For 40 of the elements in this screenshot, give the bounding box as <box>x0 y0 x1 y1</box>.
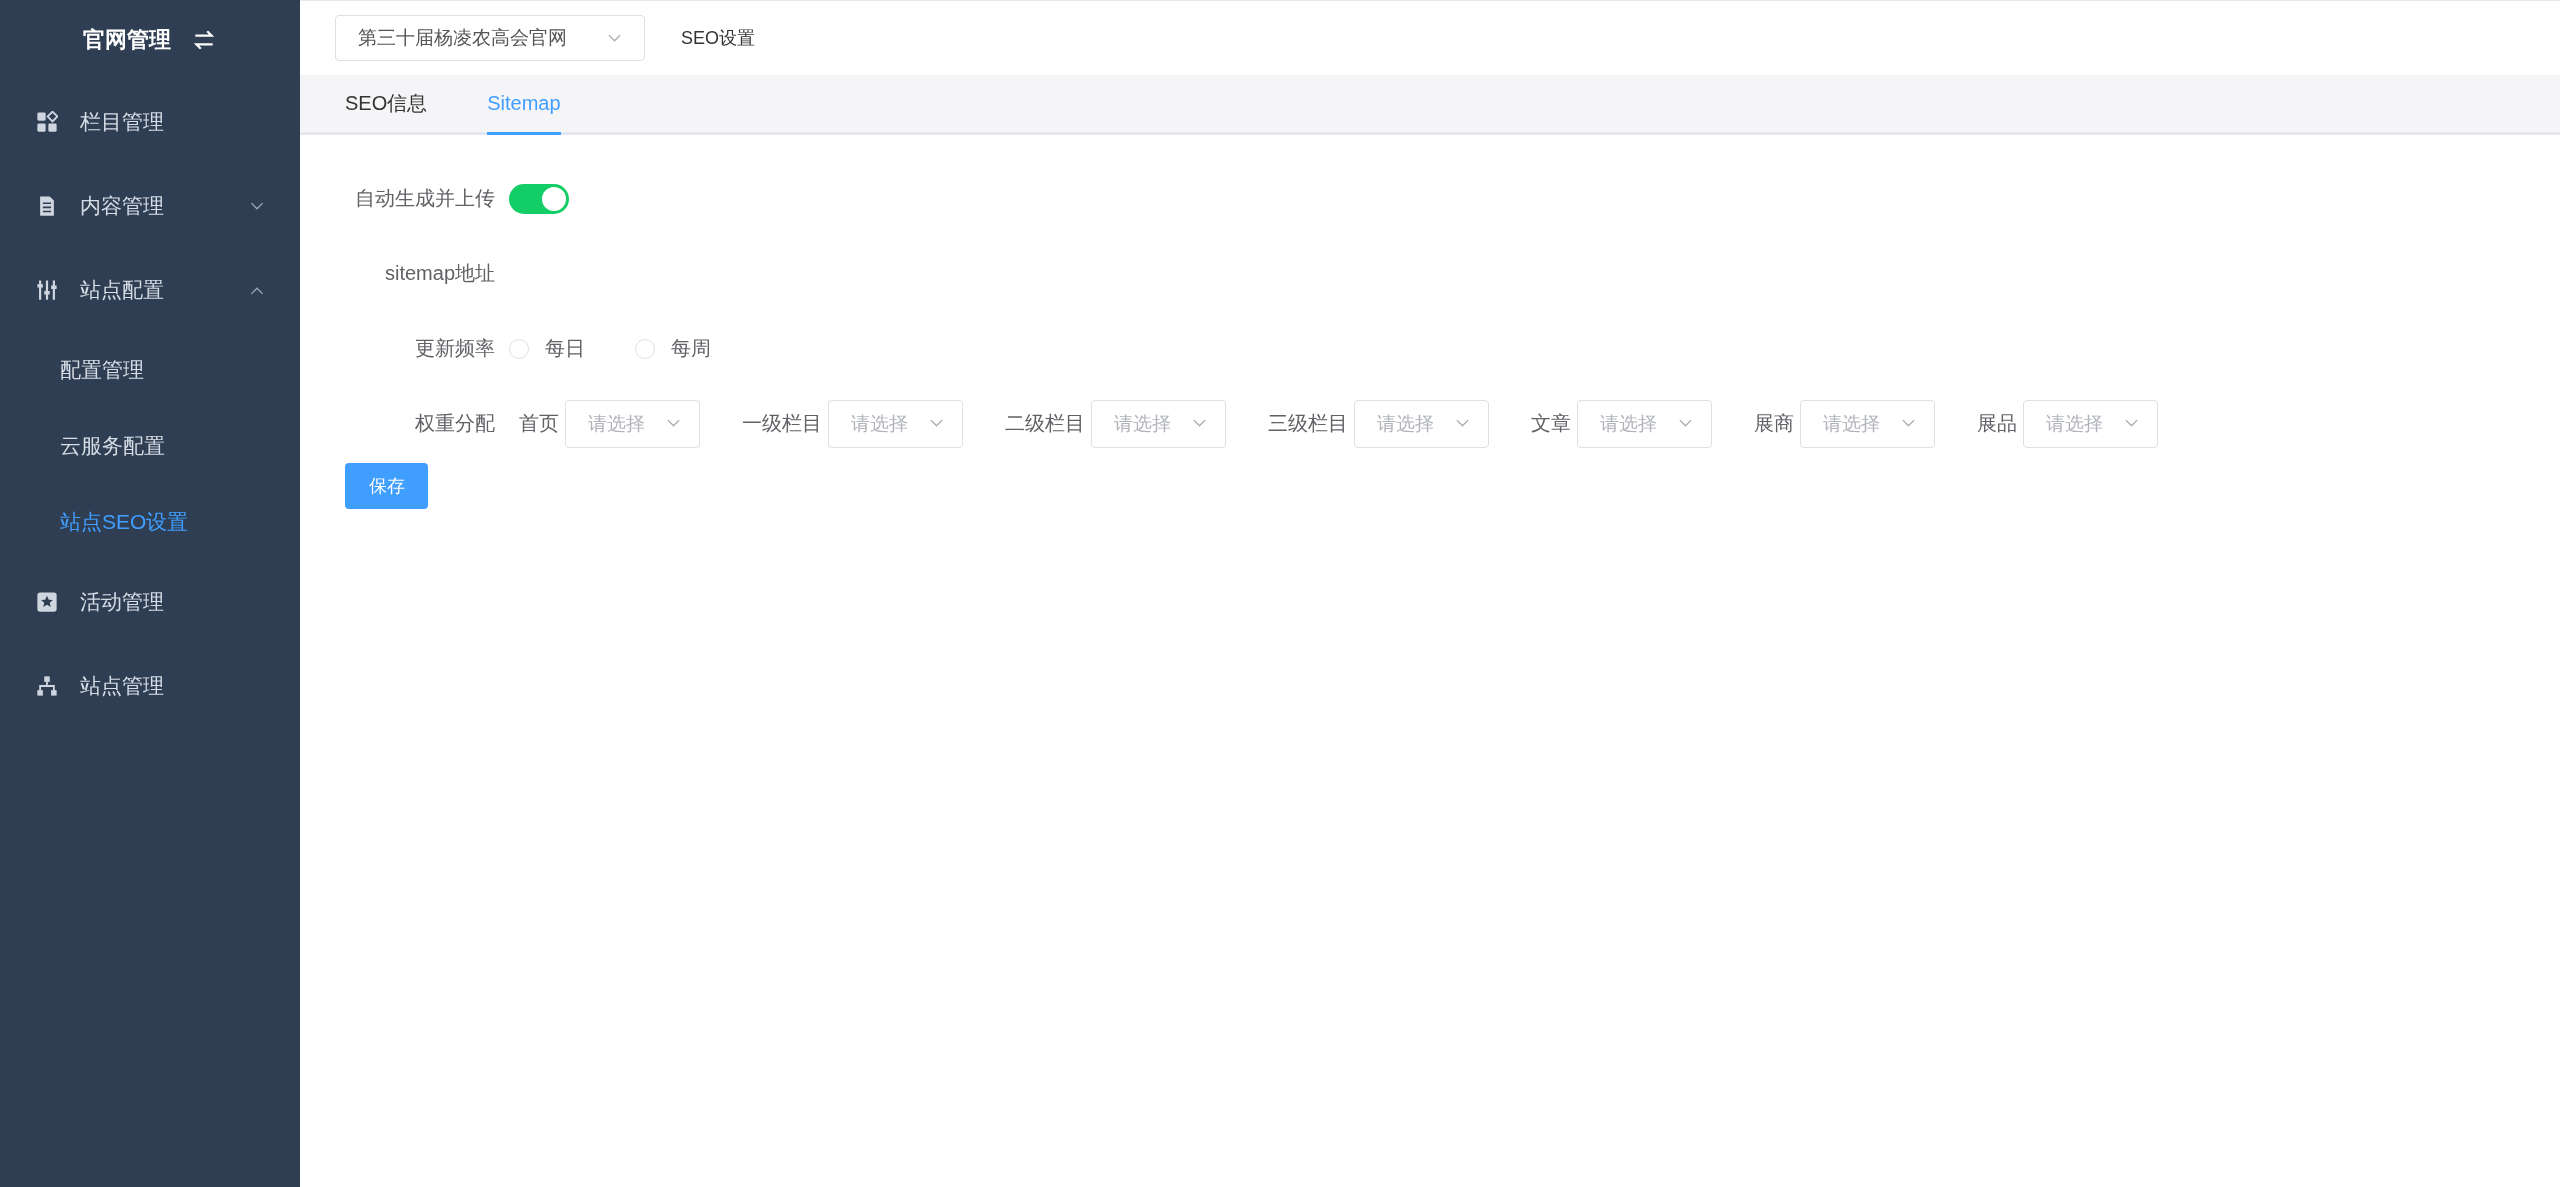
field-label: 权重分配 <box>414 411 496 436</box>
sidebar-subitem[interactable]: 配置管理 <box>0 332 300 408</box>
sidebar-item[interactable]: 栏目管理 <box>0 80 300 164</box>
chevron-down-icon <box>607 33 622 43</box>
chevron-down-icon <box>929 419 944 428</box>
tab[interactable]: SEO信息 <box>345 75 428 135</box>
field-label: 展品 <box>1977 411 2017 436</box>
site-select[interactable]: 第三十届杨凌农高会官网 <box>335 15 645 61</box>
sliders-icon <box>36 279 58 301</box>
chevron-down-icon <box>666 419 681 428</box>
breadcrumb: SEO设置 <box>681 27 755 50</box>
chevron-up-icon <box>250 285 264 295</box>
chevron-down-icon <box>250 201 264 211</box>
field-label: 首页 <box>519 411 559 436</box>
radio-option[interactable]: 每日 <box>509 335 585 362</box>
field-label: sitemap地址 <box>383 261 496 286</box>
field-label: 文章 <box>1531 411 1571 436</box>
chevron-down-icon <box>2124 419 2139 428</box>
chevron-down-icon <box>1192 419 1207 428</box>
field-label: 二级栏目 <box>1005 411 1085 436</box>
chevron-down-icon <box>1455 419 1470 428</box>
sidebar-subitem[interactable]: 云服务配置 <box>0 408 300 484</box>
field-label: 三级栏目 <box>1268 411 1348 436</box>
sidebar-subitem[interactable]: 站点SEO设置 <box>0 484 300 560</box>
radio-option[interactable]: 每周 <box>635 335 711 362</box>
field-label: 展商 <box>1754 411 1794 436</box>
field-label: 自动生成并上传 <box>354 186 496 211</box>
sidebar-title: 官网管理 <box>83 26 171 54</box>
sidebar-item[interactable]: 内容管理 <box>0 164 300 248</box>
sidebar-item[interactable]: 活动管理 <box>0 560 300 644</box>
chevron-down-icon <box>1901 419 1916 428</box>
chevron-down-icon <box>1678 419 1693 428</box>
sidebar-item[interactable]: 站点配置 <box>0 248 300 332</box>
star-square-icon <box>36 591 58 613</box>
sidebar-item[interactable]: 站点管理 <box>0 644 300 728</box>
toggle-switch[interactable] <box>509 183 569 214</box>
field-label: 更新频率 <box>414 336 496 361</box>
grid-icon <box>36 111 58 133</box>
field-label: 一级栏目 <box>742 411 822 436</box>
hierarchy-icon <box>36 675 58 697</box>
